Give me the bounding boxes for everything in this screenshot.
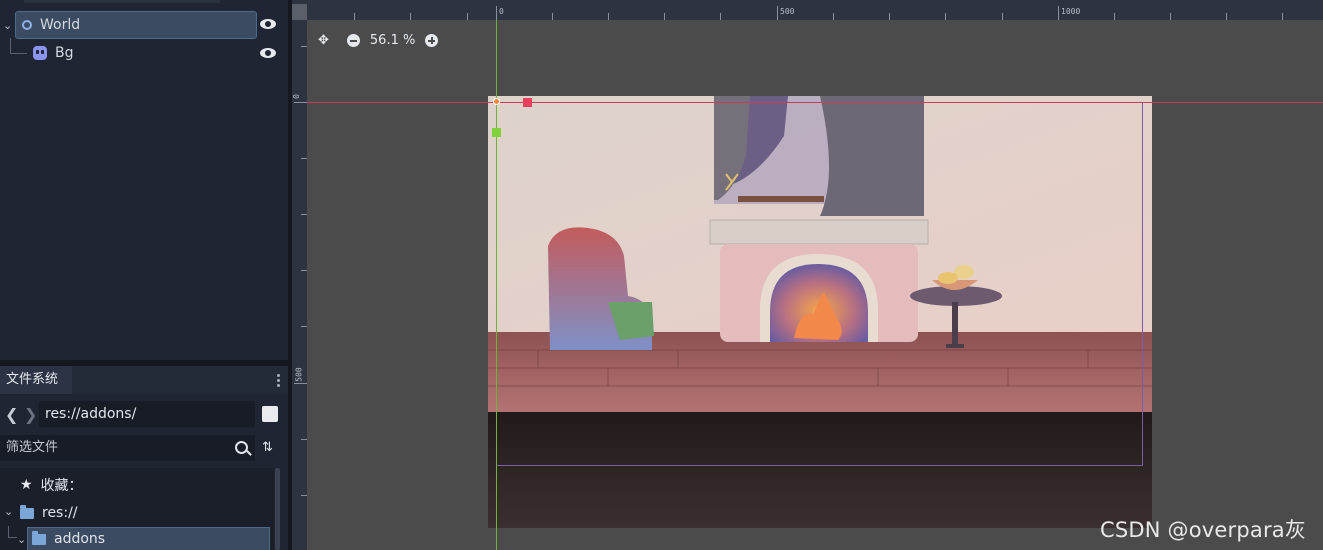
ruler-corner[interactable] xyxy=(292,4,307,20)
visibility-eye-icon[interactable] xyxy=(260,19,276,29)
viewport-frame xyxy=(496,102,1143,466)
scene-tree-panel: ⌄ World Bg xyxy=(0,0,288,360)
scene-node-label: World xyxy=(40,17,81,33)
center-view-icon[interactable]: ✥ xyxy=(318,33,329,48)
folder-res[interactable]: res:// xyxy=(20,501,78,525)
scene-node-bg[interactable]: Bg xyxy=(30,40,256,66)
ruler-top-label: 0 xyxy=(499,7,504,16)
favorites-label: 收藏： xyxy=(40,478,83,494)
tab-filesystem[interactable]: 文件系统 xyxy=(0,366,72,394)
back-arrow-icon[interactable]: ❮ xyxy=(5,405,18,424)
guide-horizontal[interactable] xyxy=(307,102,1323,103)
canvas-viewport[interactable]: 0 500 1000 0 500 ✥ 56.1 % CSDN @overpara… xyxy=(292,0,1323,550)
tree-connector-line xyxy=(10,38,27,54)
watermark: CSDN @overpara灰 xyxy=(1100,518,1307,542)
ruler-left: 0 500 xyxy=(292,0,307,550)
ruler-left-label: 0 xyxy=(292,94,301,99)
collapse-chevron-icon[interactable]: ⌄ xyxy=(17,533,26,546)
scene-node-world[interactable]: World xyxy=(15,11,257,39)
folder-icon xyxy=(20,504,34,519)
collapse-chevron-icon[interactable]: ⌄ xyxy=(4,505,13,518)
zoom-in-button[interactable] xyxy=(425,33,439,47)
filter-row: 筛选文件 ⇅ xyxy=(0,435,288,461)
node2d-circle-icon xyxy=(22,20,32,30)
ruler-top-label: 500 xyxy=(780,7,795,16)
left-dock: ⌄ World Bg 文件系统 ❮ ❯ res://addons/ 筛选文件 ⇅ xyxy=(0,0,288,550)
sprite-icon xyxy=(33,46,47,60)
y-axis-handle[interactable] xyxy=(492,128,501,137)
zoom-out-button[interactable] xyxy=(346,33,360,47)
ruler-top-label: 1000 xyxy=(1061,7,1081,16)
zoom-toolbar: ✥ 56.1 % xyxy=(318,31,439,49)
folder-icon xyxy=(32,530,46,545)
collapse-chevron-icon[interactable]: ⌄ xyxy=(3,19,12,32)
scene-node-label: Bg xyxy=(55,45,74,61)
favorites-header[interactable]: ★ 收藏： xyxy=(20,473,83,497)
path-row: ❮ ❯ res://addons/ xyxy=(0,401,288,429)
pivot-handle[interactable] xyxy=(493,98,500,105)
folder-label: res:// xyxy=(42,505,78,521)
ruler-top: 0 500 1000 xyxy=(292,0,1323,20)
visibility-eye-icon[interactable] xyxy=(260,48,276,58)
folder-addons[interactable]: addons xyxy=(27,527,270,550)
sort-icon[interactable]: ⇅ xyxy=(262,440,278,456)
star-icon: ★ xyxy=(20,477,33,493)
ruler-left-label: 500 xyxy=(294,367,304,382)
tree-connector-line xyxy=(8,526,17,538)
zoom-level[interactable]: 56.1 % xyxy=(370,33,415,48)
path-input[interactable]: res://addons/ xyxy=(39,401,255,427)
folder-label: addons xyxy=(54,531,106,547)
scene-tree-top-strip xyxy=(24,0,220,3)
x-axis-handle[interactable] xyxy=(523,98,532,107)
forward-arrow-icon[interactable]: ❯ xyxy=(24,405,37,424)
search-icon xyxy=(235,441,248,454)
dock-menu-icon[interactable] xyxy=(277,374,280,388)
filesystem-dock: 文件系统 ❮ ❯ res://addons/ 筛选文件 ⇅ ★ 收藏： ⌄ re… xyxy=(0,366,288,550)
filter-files-input[interactable]: 筛选文件 xyxy=(0,435,255,461)
file-tree-scrollbar[interactable] xyxy=(275,468,280,550)
split-mode-icon[interactable] xyxy=(262,406,278,422)
